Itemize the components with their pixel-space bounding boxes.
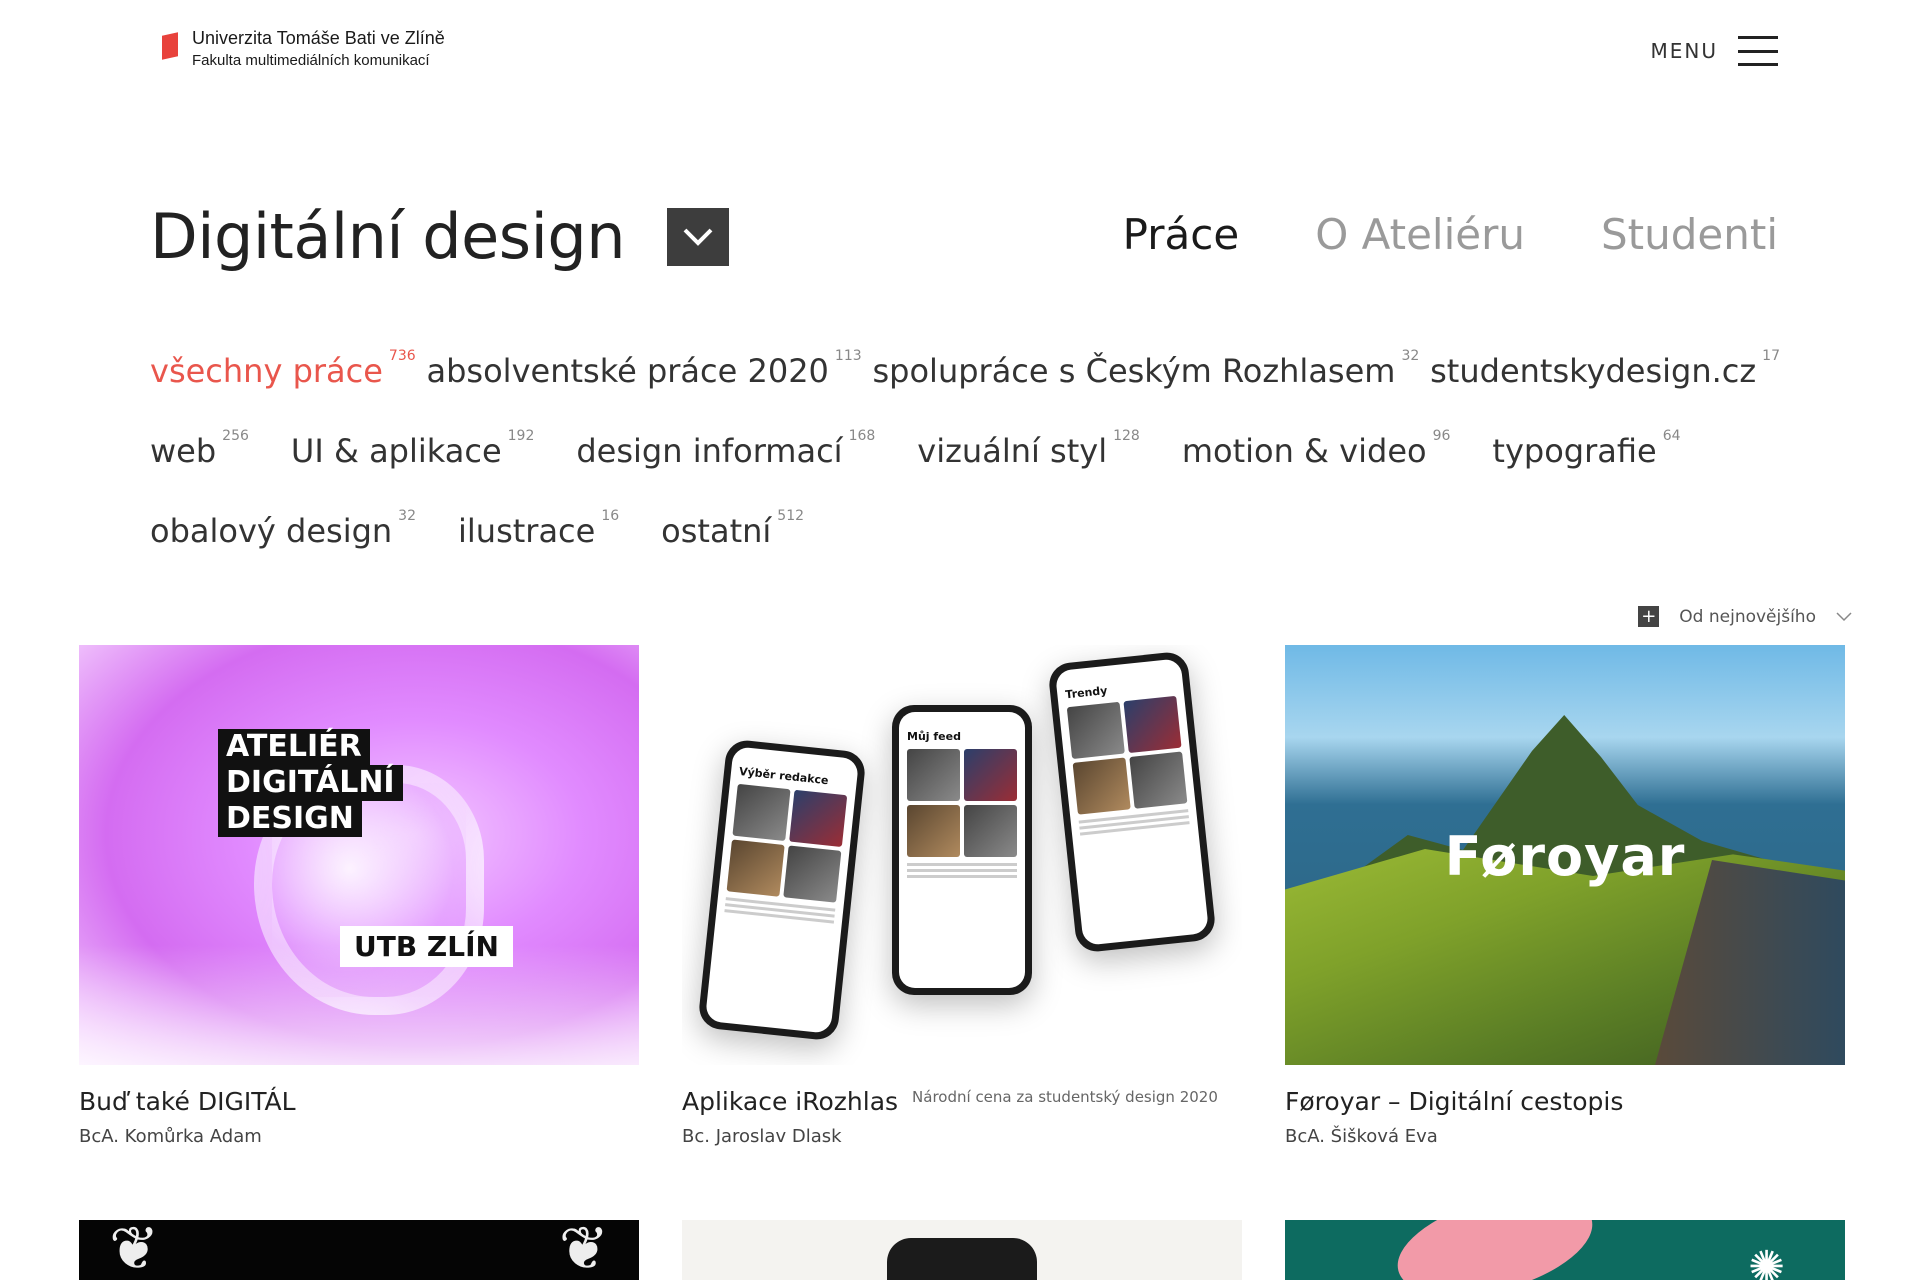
phone-mockup: Výběr redakce bbox=[697, 738, 867, 1042]
filter-count: 113 bbox=[834, 348, 862, 364]
logo-mark-icon bbox=[162, 30, 182, 58]
tab-prace[interactable]: Práce bbox=[1123, 210, 1240, 259]
filter-count: 512 bbox=[777, 508, 805, 524]
filter-typografie[interactable]: typografie 64 bbox=[1492, 428, 1680, 470]
title-row: Digitální design bbox=[150, 200, 729, 273]
filter-studentskydesign[interactable]: studentskydesign.cz 17 bbox=[1430, 348, 1780, 390]
thumb-word: Føroyar bbox=[1444, 825, 1686, 888]
filter-absolventske-prace-2020[interactable]: absolventské práce 2020 113 bbox=[427, 348, 862, 390]
card-title: Føroyar – Digitální cestopis bbox=[1285, 1087, 1624, 1116]
thumb-text-line: ATELIÉR bbox=[218, 729, 370, 765]
logo-faculty-name: Fakulta multimediálních komunikací bbox=[192, 51, 430, 69]
tab-studenti[interactable]: Studenti bbox=[1601, 210, 1778, 259]
chevron-down-icon bbox=[1836, 611, 1852, 621]
filter-vizualni-styl[interactable]: vizuální styl 128 bbox=[917, 428, 1140, 470]
filter-ostatni[interactable]: ostatní 512 bbox=[661, 508, 804, 550]
main-tabs: Práce O Ateliéru Studenti bbox=[1123, 210, 1778, 259]
phone-mockup: Trendy bbox=[1047, 650, 1217, 954]
card-author: BcA. Šišková Eva bbox=[1285, 1126, 1438, 1147]
project-card[interactable]: Føroyar Føroyar – Digitální cestopis BcA… bbox=[1285, 645, 1845, 1147]
project-grid: ATELIÉR DIGITÁLNÍ DESIGN UTB ZLÍN Buď ta… bbox=[79, 645, 1845, 1147]
filter-count: 16 bbox=[601, 508, 620, 524]
card-title: Buď také DIGITÁL bbox=[79, 1087, 296, 1116]
filter-count: 17 bbox=[1762, 348, 1780, 364]
filter-count: 168 bbox=[848, 428, 876, 444]
project-thumbnail[interactable] bbox=[682, 1220, 1242, 1280]
filter-spoluprace-rozhlas[interactable]: spolupráce s Českým Rozhlasem 32 bbox=[872, 348, 1419, 390]
card-author: Bc. Jaroslav Dlask bbox=[682, 1126, 842, 1147]
sort-label: Od nejnovějšího bbox=[1679, 606, 1816, 627]
phone-mockup bbox=[887, 1238, 1037, 1280]
sort-dropdown[interactable]: + Od nejnovějšího bbox=[1638, 606, 1852, 627]
filter-motion-video[interactable]: motion & video 96 bbox=[1182, 428, 1451, 470]
filter-web[interactable]: web 256 bbox=[150, 428, 249, 470]
thumb-text-line: DESIGN bbox=[218, 801, 362, 837]
studio-dropdown-button[interactable] bbox=[666, 207, 729, 266]
thumb-tag: UTB ZLÍN bbox=[340, 926, 513, 967]
project-grid-row-2: ✺ bbox=[79, 1220, 1845, 1280]
menu-label: MENU bbox=[1650, 39, 1718, 63]
project-thumbnail: ATELIÉR DIGITÁLNÍ DESIGN UTB ZLÍN bbox=[79, 645, 639, 1065]
filter-obalovy-design[interactable]: obalový design 32 bbox=[150, 508, 416, 550]
filter-design-informaci[interactable]: design informací 168 bbox=[576, 428, 875, 470]
page-title: Digitální design bbox=[150, 200, 625, 273]
filter-ilustrace[interactable]: ilustrace 16 bbox=[458, 508, 619, 550]
filter-ui-aplikace[interactable]: UI & aplikace 192 bbox=[291, 428, 534, 470]
logo-university-name: Univerzita Tomáše Bati ve Zlíně bbox=[192, 28, 445, 48]
filter-count: 128 bbox=[1113, 428, 1140, 444]
filter-count: 256 bbox=[222, 428, 249, 444]
phone-mockup: Můj feed bbox=[892, 705, 1032, 995]
filter-count: 192 bbox=[507, 428, 535, 444]
category-filters: všechny práce 736 absolventské práce 2020… bbox=[150, 348, 1780, 588]
project-thumbnail[interactable] bbox=[79, 1220, 639, 1280]
plus-icon: + bbox=[1638, 606, 1660, 627]
project-thumbnail: Føroyar bbox=[1285, 645, 1845, 1065]
project-card[interactable]: ATELIÉR DIGITÁLNÍ DESIGN UTB ZLÍN Buď ta… bbox=[79, 645, 639, 1147]
filter-count: 96 bbox=[1432, 428, 1451, 444]
filter-count: 32 bbox=[1401, 348, 1420, 364]
project-thumbnail: Výběr redakce Můj feed Trendy bbox=[682, 645, 1242, 1065]
thumb-text-line: DIGITÁLNÍ bbox=[218, 765, 403, 801]
filter-vsechny-prace[interactable]: všechny práce 736 bbox=[150, 348, 416, 390]
university-logo[interactable]: Univerzita Tomáše Bati ve Zlíně Fakulta … bbox=[162, 28, 445, 70]
card-award: Národní cena za studentský design 2020 bbox=[912, 1088, 1218, 1106]
card-title: Aplikace iRozhlas bbox=[682, 1087, 899, 1116]
filter-count: 736 bbox=[388, 348, 416, 364]
filter-count: 32 bbox=[398, 508, 416, 524]
sun-icon: ✺ bbox=[1748, 1242, 1785, 1280]
menu-button[interactable]: MENU bbox=[1650, 36, 1778, 66]
hamburger-icon bbox=[1738, 36, 1778, 66]
project-card[interactable]: Výběr redakce Můj feed Trendy Aplikace i… bbox=[682, 645, 1242, 1147]
tab-o-atelieru[interactable]: O Ateliéru bbox=[1315, 210, 1525, 259]
filter-count: 64 bbox=[1662, 428, 1681, 444]
card-author: BcA. Komůrka Adam bbox=[79, 1126, 262, 1147]
chevron-down-icon bbox=[683, 228, 713, 246]
project-thumbnail[interactable]: ✺ bbox=[1285, 1220, 1845, 1280]
